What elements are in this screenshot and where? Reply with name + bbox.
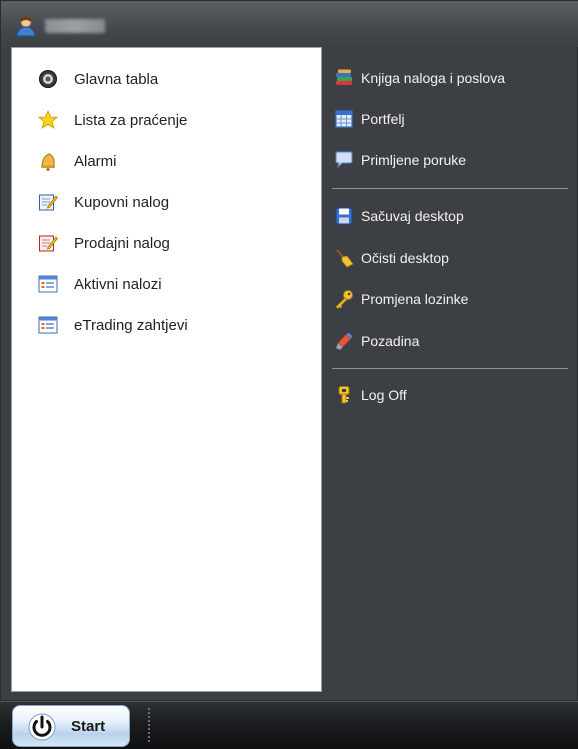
menu-item-label: eTrading zahtjevi xyxy=(74,316,188,334)
save-icon xyxy=(334,206,354,226)
menu-item-label: Promjena lozinke xyxy=(361,291,469,307)
menu-item-label: Knjiga naloga i poslova xyxy=(361,70,505,86)
menu-item-label: Prodajni nalog xyxy=(74,234,170,252)
left-panel: Glavna tabla Lista za praćenje Alarmi Ku… xyxy=(11,47,322,692)
menu-item-label: Portfelj xyxy=(361,111,405,127)
menu-item-label: Aktivni nalozi xyxy=(74,275,162,293)
star-icon xyxy=(38,110,58,130)
menu-item-aktivni-nalozi[interactable]: Aktivni nalozi xyxy=(12,267,321,301)
list-window-icon xyxy=(38,274,58,294)
start-menu: user Glavna tabla Lista za praćenje xyxy=(0,0,578,701)
start-label: Start xyxy=(71,718,106,735)
user-name: user xyxy=(45,19,105,33)
paint-icon xyxy=(334,331,354,351)
menu-item-pozadina[interactable]: Pozadina xyxy=(322,325,572,357)
speech-bubble-icon xyxy=(334,150,354,170)
menu-separator xyxy=(332,188,568,189)
logoff-key-icon xyxy=(334,385,354,405)
menu-item-kupovni-nalog[interactable]: Kupovni nalog xyxy=(12,185,321,219)
menu-item-sacuvaj-desktop[interactable]: Sačuvaj desktop xyxy=(322,200,572,232)
menu-item-label: Alarmi xyxy=(74,152,117,170)
menu-item-label: Pozadina xyxy=(361,333,420,349)
menu-header: user xyxy=(1,1,578,47)
buy-order-icon xyxy=(38,192,58,212)
menu-item-etrading-zahtjevi[interactable]: eTrading zahtjevi xyxy=(12,308,321,342)
right-panel: Knjiga naloga i poslova Portfelj Primlje… xyxy=(322,47,578,692)
menu-item-label: Primljene poruke xyxy=(361,152,467,168)
taskbar: Start xyxy=(0,701,578,749)
table-icon xyxy=(334,109,354,129)
power-icon xyxy=(27,712,57,742)
menu-item-label: Kupovni nalog xyxy=(74,193,170,211)
menu-item-portfelj[interactable]: Portfelj xyxy=(322,103,572,135)
menu-item-log-off[interactable]: Log Off xyxy=(322,379,572,411)
key-icon xyxy=(334,289,354,309)
menu-separator xyxy=(332,368,568,369)
menu-item-knjiga-naloga[interactable]: Knjiga naloga i poslova xyxy=(322,62,572,94)
user-icon xyxy=(15,15,37,37)
menu-item-prodajni-nalog[interactable]: Prodajni nalog xyxy=(12,226,321,260)
menu-item-glavna-tabla[interactable]: Glavna tabla xyxy=(12,62,321,96)
menu-item-label: Sačuvaj desktop xyxy=(361,208,464,224)
menu-item-lista-za-pracenje[interactable]: Lista za praćenje xyxy=(12,103,321,137)
books-icon xyxy=(334,68,354,88)
menu-item-primljene-poruke[interactable]: Primljene poruke xyxy=(322,144,572,176)
bell-icon xyxy=(38,151,58,171)
start-button[interactable]: Start xyxy=(12,705,130,747)
menu-item-ocisti-desktop[interactable]: Očisti desktop xyxy=(322,242,572,274)
taskbar-grip[interactable] xyxy=(148,708,150,744)
menu-item-label: Log Off xyxy=(361,387,407,403)
menu-item-promjena-lozinke[interactable]: Promjena lozinke xyxy=(322,283,572,315)
menu-item-label: Glavna tabla xyxy=(74,70,159,88)
broom-icon xyxy=(334,248,354,268)
menu-item-label: Lista za praćenje xyxy=(74,111,188,129)
menu-item-label: Očisti desktop xyxy=(361,250,449,266)
list-window-icon xyxy=(38,315,58,335)
menu-item-alarmi[interactable]: Alarmi xyxy=(12,144,321,178)
sell-order-icon xyxy=(38,233,58,253)
main-board-icon xyxy=(38,69,58,89)
